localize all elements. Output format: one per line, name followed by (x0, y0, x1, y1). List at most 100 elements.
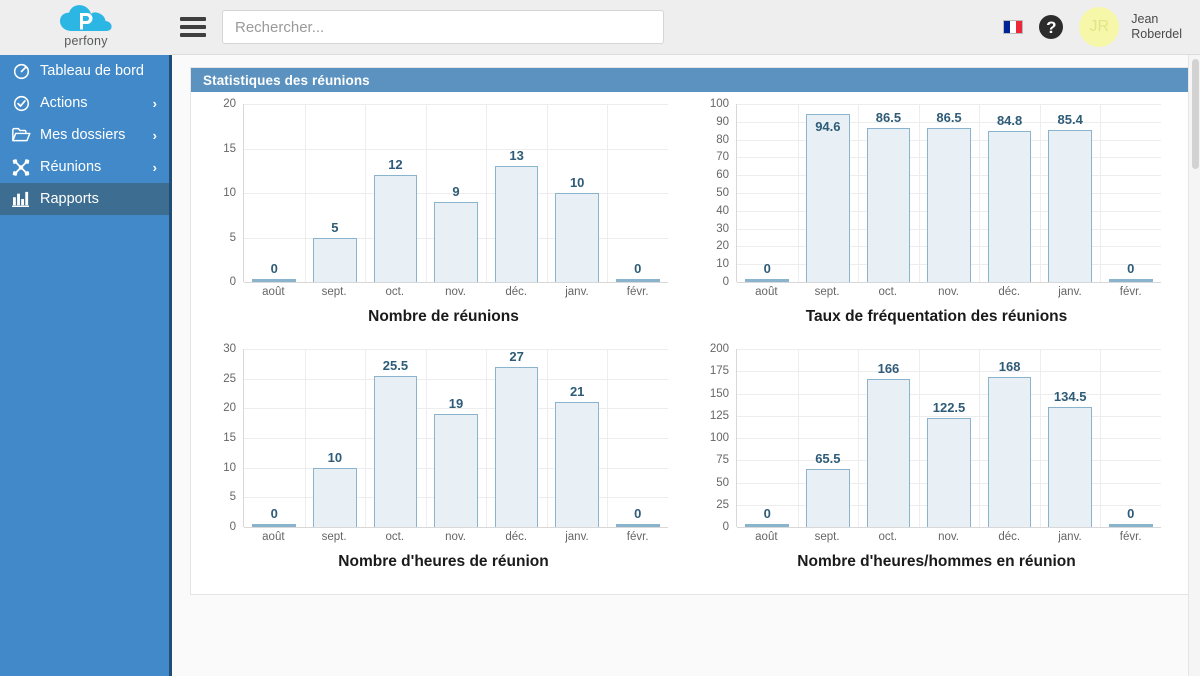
bar[interactable]: 10 (313, 450, 357, 527)
bar[interactable]: 85.4 (1048, 112, 1092, 282)
gauge-icon (10, 62, 32, 80)
check-circle-icon (10, 94, 32, 112)
bar[interactable]: 12 (373, 157, 418, 282)
bar[interactable]: 84.8 (987, 113, 1032, 282)
hamburger-bar (180, 25, 206, 29)
perfony-cloud-icon (60, 5, 112, 32)
sidebar-item-tableau-de-bord[interactable]: Tableau de bord (0, 55, 169, 87)
scrollbar-thumb[interactable] (1192, 59, 1199, 169)
bar[interactable]: 86.5 (866, 110, 911, 282)
chevron-right-icon: › (152, 159, 157, 175)
y-tick-label: 200 (709, 343, 729, 355)
bar[interactable]: 134.5 (1048, 389, 1092, 527)
bar-value-label: 86.5 (936, 110, 962, 126)
y-tick-label: 25 (223, 372, 236, 385)
bars-container: 0 5 12 9 13 10 0 (244, 104, 668, 282)
bar-value-label: 0 (1127, 506, 1135, 521)
bar[interactable]: 10 (555, 175, 599, 282)
bar[interactable]: 86.5 (927, 110, 971, 282)
french-flag-icon[interactable] (1003, 20, 1024, 34)
y-tick-label: 0 (722, 521, 729, 533)
y-axis: 0 10 20 30 40 50 60 70 80 90 100 (700, 98, 734, 288)
bar-value-label: 84.8 (996, 113, 1023, 129)
hamburger-bar (180, 33, 206, 37)
bar-slot: 86.5 (858, 104, 919, 282)
perfony-wordmark: perfony (64, 34, 108, 48)
sidebar-item-rapports[interactable]: Rapports (0, 183, 169, 215)
x-tick-label: oct. (878, 286, 898, 298)
sidebar-item-actions[interactable]: Actions › (0, 87, 169, 119)
bar-value-label: 0 (270, 506, 278, 521)
bars-container: 0 94.6 86.5 86.5 84.8 85.4 0 (737, 104, 1161, 282)
bar[interactable]: 94.6 (806, 113, 850, 282)
bar[interactable]: 166 (866, 361, 911, 527)
y-tick-label: 90 (716, 115, 729, 128)
bar-value-label: 0 (763, 261, 771, 276)
bar[interactable]: 9 (434, 184, 478, 282)
y-tick-label: 0 (229, 521, 236, 533)
app-logo[interactable]: perfony (0, 0, 172, 55)
y-tick-label: 20 (223, 402, 236, 415)
y-tick-label: 10 (716, 258, 729, 271)
y-axis: 0 25 50 75 100 125 150 175 200 (700, 343, 734, 533)
bar-slot: 85.4 (1040, 104, 1101, 282)
bar-slot: 10 (547, 104, 608, 282)
x-tick-label: janv. (1058, 286, 1082, 298)
avatar[interactable]: JR (1079, 7, 1120, 47)
page-scrollbar[interactable] (1188, 55, 1200, 676)
y-tick-label: 5 (229, 231, 236, 244)
bar-value-label: 85.4 (1057, 112, 1083, 127)
bar-slot: 122.5 (919, 349, 980, 527)
bar[interactable]: 25.5 (373, 358, 418, 527)
x-tick-label: févr. (626, 531, 649, 543)
bar[interactable]: 21 (555, 384, 599, 527)
bar-slot: 86.5 (919, 104, 980, 282)
chart-plot: 0 5 10 15 20 0 5 12 9 13 10 0 août sept. oct. nov. déc. j… (207, 98, 668, 304)
sidebar-item-mes-dossiers[interactable]: Mes dossiers › (0, 119, 169, 151)
bar-slot: 84.8 (979, 104, 1040, 282)
bar-slot: 12 (365, 104, 426, 282)
panel-title: Statistiques des réunions (191, 68, 1189, 92)
bar-value-label: 94.6 (815, 118, 841, 134)
chart-3: 0 5 10 15 20 25 30 0 10 25.5 19 27 21 0 août sept. oct. n… (197, 343, 690, 590)
sidebar-item-r-unions[interactable]: Réunions › (0, 151, 169, 183)
x-tick-label: août (755, 531, 778, 543)
y-tick-label: 30 (223, 343, 236, 355)
y-tick-label: 25 (716, 498, 729, 511)
bar-slot: 10 (305, 349, 366, 527)
x-axis-labels: août sept. oct. nov. déc. janv. févr. (243, 527, 668, 549)
x-tick-label: nov. (445, 286, 466, 298)
bar-value-label: 0 (634, 261, 642, 276)
x-tick-label: sept. (321, 286, 347, 298)
x-tick-label: sept. (321, 531, 347, 543)
menu-toggle-button[interactable] (180, 17, 206, 37)
bar-slot: 0 (1100, 349, 1161, 527)
bar-slot: 94.6 (798, 104, 859, 282)
x-tick-label: janv. (565, 531, 589, 543)
svg-text:perfony: perfony (64, 34, 108, 48)
bar[interactable]: 19 (434, 396, 478, 527)
bar-slot: 134.5 (1040, 349, 1101, 527)
bar[interactable]: 65.5 (806, 451, 850, 527)
network-nodes-icon (10, 158, 32, 176)
bar-value-label: 13 (509, 148, 524, 164)
plot-area: 0 5 12 9 13 10 0 (243, 104, 668, 283)
x-tick-label: août (262, 286, 285, 298)
y-tick-label: 125 (709, 409, 729, 422)
bar[interactable]: 27 (494, 349, 539, 527)
y-tick-label: 175 (709, 365, 729, 378)
x-tick-label: oct. (385, 286, 405, 298)
search-input[interactable] (222, 10, 664, 44)
hamburger-bar (180, 17, 206, 21)
x-tick-label: sept. (814, 531, 840, 543)
bar[interactable]: 122.5 (927, 400, 971, 527)
bar[interactable]: 13 (494, 148, 539, 282)
bar[interactable]: 5 (313, 220, 357, 282)
bar[interactable]: 168 (987, 359, 1032, 527)
x-tick-label: nov. (938, 286, 959, 298)
bar-slot: 166 (858, 349, 919, 527)
help-question-icon[interactable]: ? (1039, 15, 1064, 39)
user-name-block[interactable]: Jean Roberdel (1131, 12, 1182, 42)
chart-title: Nombre d'heures de réunion (338, 553, 549, 570)
bar-slot: 25.5 (365, 349, 426, 527)
